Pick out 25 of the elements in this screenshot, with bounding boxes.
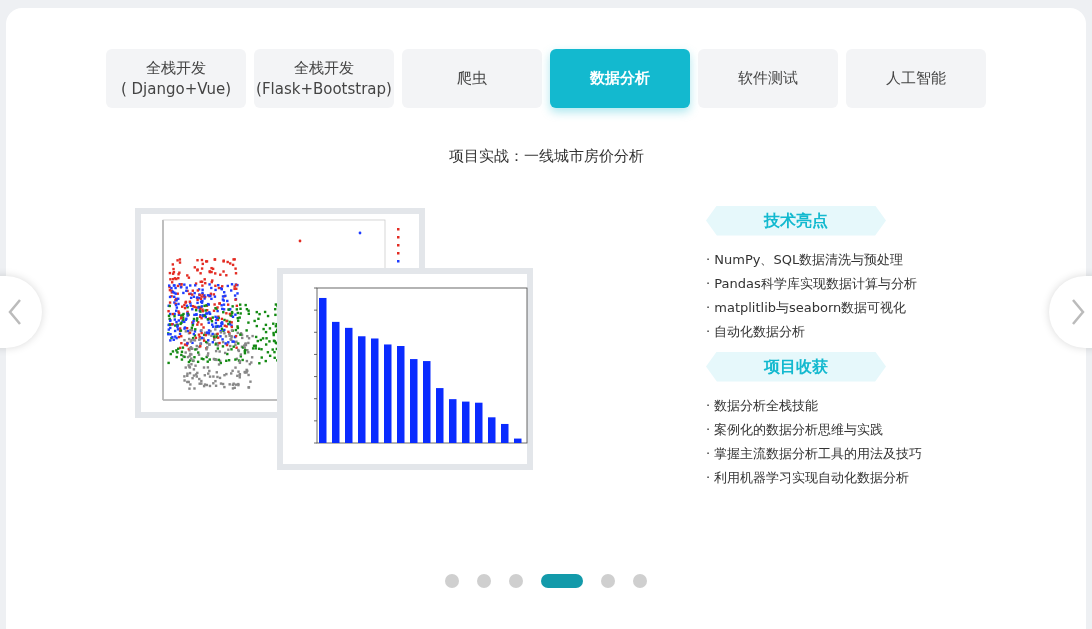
- feature-item: · 案例化的数据分析思维与实践: [706, 420, 885, 439]
- chart-bar: [514, 438, 522, 443]
- chart-bar: [449, 398, 457, 443]
- chevron-left-icon: [8, 298, 22, 326]
- chevron-right-icon: [1071, 298, 1085, 326]
- section-heading: 技术亮点: [706, 205, 886, 236]
- feature-item: · matplitlib与seaborn数据可视化: [706, 298, 908, 317]
- category-tab[interactable]: 人工智能: [846, 49, 986, 108]
- feature-item: · 数据分析全栈技能: [706, 396, 820, 415]
- chart-bar: [488, 416, 496, 443]
- feature-item: · 利用机器学习实现自动化数据分析: [706, 468, 911, 487]
- category-tab[interactable]: 爬虫: [402, 49, 542, 108]
- feature-item: · 掌握主流数据分析工具的用法及技巧: [706, 444, 923, 463]
- category-tab[interactable]: 全栈开发 (Flask+Bootstrap): [254, 49, 394, 108]
- section-heading: 项目收获: [706, 351, 886, 382]
- project-title: 项目实战：一线城市房价分析: [448, 146, 644, 167]
- category-tab[interactable]: 全栈开发 ( Django+Vue): [106, 49, 246, 108]
- chart-bar: [462, 401, 470, 443]
- feature-item: · NumPy、SQL数据清洗与预处理: [706, 250, 905, 269]
- chart-bar: [475, 402, 483, 443]
- category-tab[interactable]: 软件测试: [698, 49, 838, 108]
- feature-item: · 自动化数据分析: [706, 322, 807, 341]
- feature-item: · Pandas科学库实现数据计算与分析: [706, 274, 918, 293]
- chart-bar: [501, 423, 509, 443]
- chart-bar: [436, 387, 444, 443]
